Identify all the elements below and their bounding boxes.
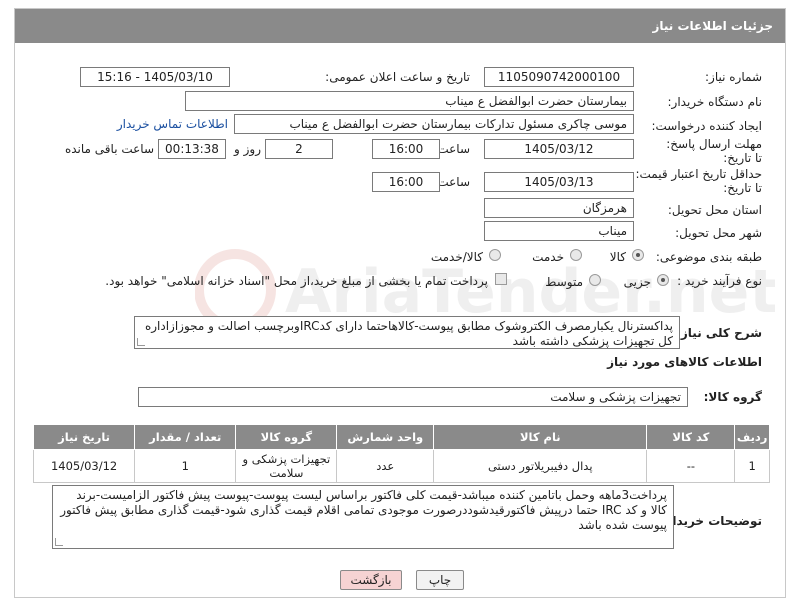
remaining-time-field[interactable]: 00:13:38 [158, 139, 226, 159]
goods-group-field[interactable]: تجهیزات پزشکی و سلامت [138, 387, 688, 407]
price-valid-time-label: ساعت [437, 175, 470, 189]
requester-field[interactable]: موسی چاکری مسئول تدارکات بیمارستان حضرت … [234, 114, 634, 134]
resize-grip-icon[interactable] [55, 538, 63, 546]
cell-code: -- [646, 449, 736, 483]
col-qty: تعداد / مقدار [134, 424, 237, 450]
description-text: پداکسترنال یکبارمصرف الکتروشوک مطابق پیو… [144, 319, 673, 348]
reply-time-label: ساعت [437, 142, 470, 156]
cell-qty: 1 [134, 449, 237, 483]
goods-section-title: اطلاعات کالاهای مورد نیاز [607, 355, 762, 369]
process-option-minor: جزیی [623, 275, 651, 289]
col-group: گروه کالا [235, 424, 338, 450]
col-name: نام کالا [433, 424, 648, 450]
buyer-org-field[interactable]: بیمارستان حضرت ابوالفضل ع میناب [185, 91, 634, 111]
col-unit: واحد شمارش [336, 424, 435, 450]
price-valid-date-field[interactable]: 1405/03/13 [484, 172, 634, 192]
cell-date: 1405/03/12 [32, 449, 136, 483]
category-radio-goods[interactable] [632, 249, 644, 261]
category-radio-service[interactable] [570, 249, 582, 261]
process-radio-minor[interactable] [657, 274, 669, 286]
province-field[interactable]: هرمزگان [484, 198, 634, 218]
announce-label: تاریخ و ساعت اعلان عمومی: [325, 70, 470, 84]
remaining-label: ساعت باقی مانده [64, 142, 154, 156]
category-label: طبقه بندی موضوعی: [655, 250, 762, 264]
process-label: نوع فرآیند خرید : [677, 274, 762, 288]
days-field[interactable]: 2 [265, 139, 333, 159]
goods-group-label: گروه کالا: [703, 390, 762, 404]
requester-label: ایجاد کننده درخواست: [651, 119, 762, 133]
items-table: ردیف کد کالا نام کالا واحد شمارش گروه کا… [32, 424, 770, 483]
buyer-org-label: نام دستگاه خریدار: [667, 95, 763, 109]
treasury-payment-note: پرداخت تمام یا بخشی از مبلغ خرید،از محل … [105, 274, 488, 288]
resize-grip-icon[interactable] [137, 338, 145, 346]
category-radio-goods-service[interactable] [489, 249, 501, 261]
description-textarea[interactable]: پداکسترنال یکبارمصرف الکتروشوک مطابق پیو… [134, 316, 680, 349]
buyer-contact-link[interactable]: اطلاعات تماس خریدار [117, 117, 228, 131]
category-option-goods: کالا [609, 250, 626, 264]
col-date: تاریخ نیاز [32, 424, 136, 450]
buyer-notes-label: توضیحات خریدار: [660, 514, 762, 528]
cell-row: 1 [734, 449, 770, 483]
price-valid-time-field[interactable]: 16:00 [372, 172, 440, 192]
city-label: شهر محل تحویل: [675, 226, 762, 240]
table-header-row: ردیف کد کالا نام کالا واحد شمارش گروه کا… [32, 424, 770, 450]
announce-field[interactable]: 1405/03/10 - 15:16 [80, 67, 230, 87]
need-number-field[interactable]: 1105090742000100 [484, 67, 634, 87]
table-row[interactable]: 1 -- پدال دفیبریلاتور دستی عدد تجهیزات پ… [32, 449, 770, 483]
reply-time-field[interactable]: 16:00 [372, 139, 440, 159]
treasury-payment-checkbox[interactable] [495, 273, 507, 285]
buyer-notes-text: پرداخت3ماهه وحمل باتامین کننده میباشد-قی… [60, 488, 667, 532]
process-option-medium: متوسط [545, 275, 583, 289]
price-valid-label: حداقل تاریخ اعتبار قیمت: تا تاریخ: [635, 167, 762, 195]
print-button[interactable]: چاپ [416, 570, 464, 590]
col-row: ردیف [734, 424, 770, 450]
reply-deadline-label: مهلت ارسال پاسخ: تا تاریخ: [666, 137, 762, 165]
city-field[interactable]: میناب [484, 221, 634, 241]
cell-group: تجهیزات پزشکی و سلامت [235, 449, 338, 483]
cell-unit: عدد [336, 449, 435, 483]
page-header: جزئیات اطلاعات نیاز [15, 9, 785, 43]
need-number-label: شماره نیاز: [705, 70, 762, 84]
process-radio-medium[interactable] [589, 274, 601, 286]
back-button[interactable]: بازگشت [340, 570, 402, 590]
category-option-goods-service: کالا/خدمت [430, 250, 483, 264]
reply-date-field[interactable]: 1405/03/12 [484, 139, 634, 159]
cell-name: پدال دفیبریلاتور دستی [433, 449, 648, 483]
col-code: کد کالا [646, 424, 736, 450]
description-label: شرح کلی نیاز: [676, 326, 762, 340]
days-label: روز و [234, 142, 261, 156]
province-label: استان محل تحویل: [667, 203, 762, 217]
category-option-service: خدمت [532, 250, 564, 264]
buyer-notes-textarea[interactable]: پرداخت3ماهه وحمل باتامین کننده میباشد-قی… [52, 485, 674, 549]
